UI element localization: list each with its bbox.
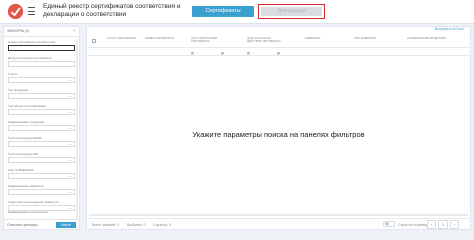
filter-label: Адрес места нахождения заявителя: [8, 200, 59, 204]
filter-object-type: Тип объекта сертификации ⌄: [8, 104, 75, 115]
filter-product-group-rf: Группа продукции РФ ⌄: [8, 152, 75, 163]
total-records: Всего записей: 0: [92, 223, 120, 227]
menu-icon[interactable]: [28, 7, 35, 15]
pagination-bar: Всего записей: 0 Выбрано: 0 Страниц: 0 5…: [87, 218, 470, 229]
filter-applicant-name: Наименование заявителя ⌄: [8, 184, 75, 195]
column-header[interactable]: ДАТА РЕГИСТРАЦИИ СЕРТИФИКАТА: [191, 37, 225, 43]
filter-label: Тип объекта сертификации: [8, 104, 46, 108]
calendar-icon[interactable]: ▦: [247, 51, 250, 55]
calendar-icon[interactable]: ▦: [191, 51, 194, 55]
filter-manufacturer-name: Наименование изготовителя: [8, 210, 75, 214]
filter-certificate-number: Номер сертификата соответствия: [8, 40, 75, 51]
column-header[interactable]: СТАТУС СЕРТИФИКАТА: [107, 37, 141, 40]
filters-heading: ФИЛЬТРЫ (1): [7, 29, 30, 33]
filter-product-group-eaeu: Группа продукции ЕАЭС ⌄: [8, 136, 75, 147]
calendar-icon[interactable]: ▦: [221, 51, 224, 55]
export-excel-link[interactable]: Выгрузить в Excel: [435, 27, 464, 31]
prev-page-button[interactable]: ‹: [427, 220, 436, 229]
filter-label: Группа продукции РФ: [8, 152, 38, 156]
filter-label: Статус: [8, 72, 18, 76]
status-select[interactable]: ⌄: [8, 77, 75, 83]
product-name-select[interactable]: ⌄: [8, 125, 75, 131]
filter-label: Номер сертификата соответствия: [8, 40, 56, 44]
filter-label: Наименование продукции: [8, 120, 45, 124]
select-all-checkbox[interactable]: [92, 39, 96, 43]
object-type-select[interactable]: ⌄: [8, 109, 75, 115]
filter-status: Статус ⌄: [8, 72, 75, 83]
tab-declarations-highlight: Декларации: [258, 4, 325, 19]
empty-state-message: Укажите параметры поиска на панелях филь…: [192, 130, 365, 139]
app-title: Единый реестр сертификатов соответствия …: [43, 3, 181, 18]
filter-label: Код ТН ВЭД ЕАЭС: [8, 168, 34, 172]
divider: [4, 36, 79, 37]
filters-panel: ФИЛЬТРЫ (1) ‹ Номер сертификата соответс…: [3, 26, 80, 230]
chevron-down-icon: ⌄: [69, 142, 72, 146]
filter-label: Группа продукции ЕАЭС: [8, 136, 42, 140]
selected-records: Выбрано: 0: [127, 223, 146, 227]
tab-declarations[interactable]: Декларации: [261, 7, 322, 16]
product-group-eaeu-select[interactable]: ⌄: [8, 141, 75, 147]
chevron-down-icon: ⌄: [69, 126, 72, 130]
chevron-down-icon: ⌄: [69, 158, 72, 162]
tnved-code-select[interactable]: ⌄: [8, 173, 75, 179]
chevron-down-icon: ⌄: [69, 94, 72, 98]
page-number[interactable]: 1: [438, 220, 448, 229]
column-header[interactable]: ИНН ЗАЯВИТЕЛЯ: [354, 37, 388, 40]
column-filter-row: ▦ ▦ ▦ ▦: [87, 49, 470, 56]
page-size-select[interactable]: 50: [383, 221, 395, 227]
filter-label: Дата регистрации сертификата: [8, 56, 52, 60]
filter-tnved-code: Код ТН ВЭД ЕАЭС ⌄: [8, 168, 75, 179]
calendar-icon[interactable]: ▦: [277, 51, 280, 55]
filter-product-type: Тип продукции ⌄: [8, 88, 75, 99]
applicant-name-select[interactable]: ⌄: [8, 189, 75, 195]
chevron-left-icon[interactable]: ‹: [73, 28, 75, 34]
filter-label: Наименование изготовителя: [8, 210, 48, 214]
chevron-down-icon: ⌄: [69, 174, 72, 178]
product-group-rf-select[interactable]: ⌄: [8, 157, 75, 163]
sidebar-scrollbar[interactable]: [76, 39, 78, 219]
table-horizontal-scrollbar[interactable]: [89, 214, 468, 216]
chevron-down-icon: ⌄: [69, 190, 72, 194]
next-page-button[interactable]: ›: [450, 220, 459, 229]
tab-certificates[interactable]: Сертификаты: [192, 6, 254, 17]
column-header[interactable]: ДАТА ОКОНЧАНИЯ ДЕЙСТВИЯ СЕРТИФИКАТА: [247, 37, 281, 43]
column-header[interactable]: ЗАЯВИТЕЛЬ: [305, 37, 339, 40]
sidebar-footer: Очистить фильтры Найти: [4, 219, 79, 229]
results-panel: Выгрузить в Excel СТАТУС СЕРТИФИКАТА НОМ…: [86, 26, 471, 230]
filter-label: Тип продукции: [8, 88, 29, 92]
page-size-label: Строк на странице: [398, 223, 429, 227]
logo-icon[interactable]: [7, 3, 24, 20]
table-header: СТАТУС СЕРТИФИКАТА НОМЕР СЕРТИФИКАТА ДАТ…: [87, 36, 470, 48]
clear-filters-button[interactable]: Очистить фильтры: [7, 223, 38, 227]
total-pages: Страниц: 0: [153, 223, 171, 227]
filter-label: Наименование заявителя: [8, 184, 44, 188]
chevron-down-icon: ⌄: [69, 78, 72, 82]
column-header[interactable]: НОМЕР СЕРТИФИКАТА: [145, 37, 179, 40]
find-button[interactable]: Найти: [56, 222, 76, 228]
filter-registration-date: Дата регистрации сертификата: [8, 56, 75, 67]
certificate-number-input[interactable]: [8, 45, 75, 51]
column-header[interactable]: НАИМЕНОВАНИЕ ПРОДУКЦИИ: [407, 37, 447, 40]
product-type-select[interactable]: ⌄: [8, 93, 75, 99]
filter-product-name: Наименование продукции ⌄: [8, 120, 75, 131]
registration-date-input[interactable]: [8, 61, 75, 67]
chevron-down-icon: ⌄: [69, 110, 72, 114]
top-header: Единый реестр сертификатов соответствия …: [0, 0, 474, 24]
